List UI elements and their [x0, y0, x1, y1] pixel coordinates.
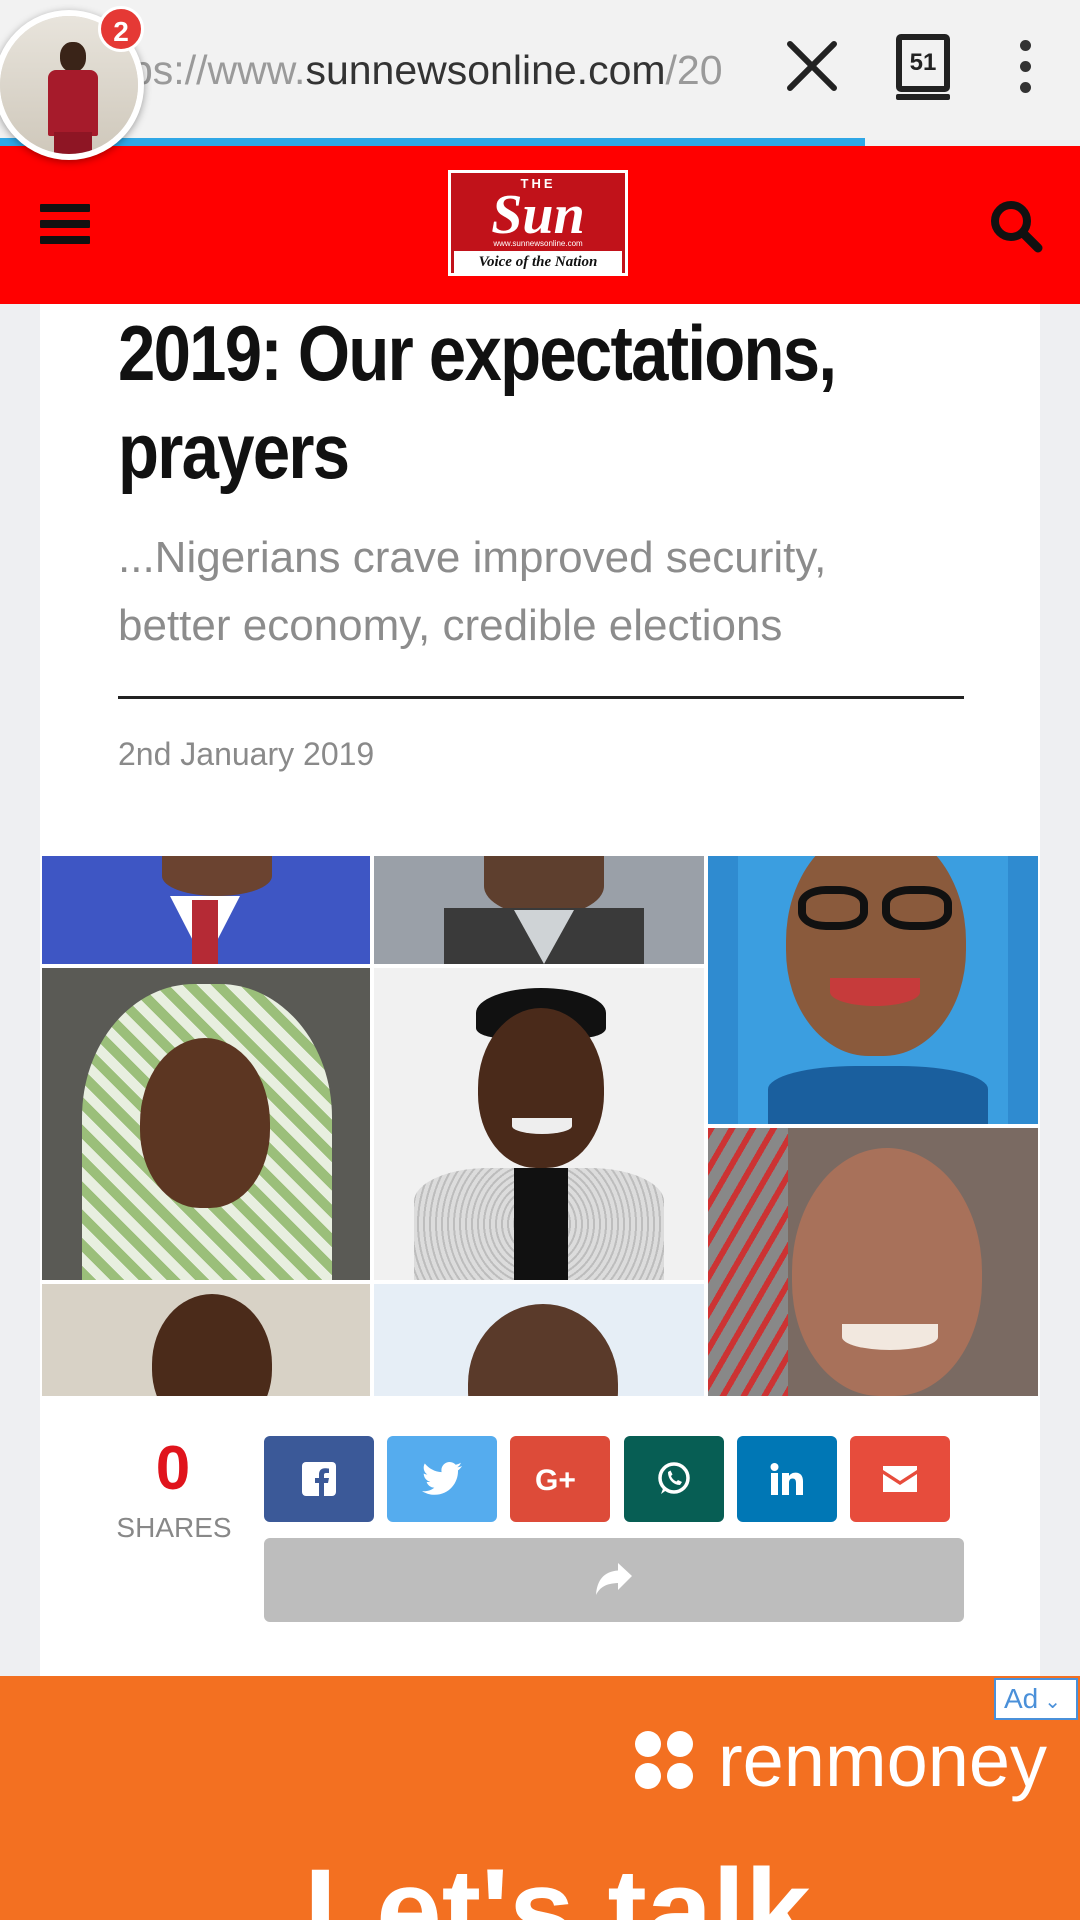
renmoney-logo-icon — [635, 1731, 693, 1789]
url-path: /20 — [665, 47, 723, 93]
search-icon[interactable] — [988, 198, 1044, 254]
site-logo[interactable]: THE Sun www.sunnewsonline.com Voice of t… — [448, 170, 628, 276]
article-date: 2nd January 2019 — [118, 736, 375, 772]
hamburger-menu-icon[interactable] — [40, 204, 90, 244]
tab-switcher-button[interactable]: 51 — [896, 34, 950, 100]
google-plus-icon: G+ — [535, 1464, 576, 1494]
ad-choices-button[interactable]: Ad ⌄ — [994, 1678, 1078, 1720]
linkedin-icon — [770, 1463, 803, 1495]
article-card: 2019: Our expectations, prayers ...Niger… — [40, 304, 1040, 1676]
svg-text:G+: G+ — [535, 1464, 576, 1494]
share-count: 0 — [155, 1434, 191, 1503]
collage-photo — [374, 968, 704, 1280]
whatsapp-share-button[interactable] — [624, 1436, 724, 1522]
ad-headline: Let's talk — [304, 1845, 811, 1920]
logo-url: www.sunnewsonline.com — [493, 239, 583, 248]
collage-photo — [42, 968, 370, 1280]
twitter-icon — [422, 1462, 462, 1495]
more-share-button[interactable] — [264, 1538, 964, 1622]
overflow-menu-icon[interactable] — [1010, 40, 1040, 100]
divider — [118, 696, 964, 699]
email-icon — [883, 1466, 917, 1492]
share-arrow-icon — [596, 1563, 632, 1595]
collage-photo — [374, 1284, 704, 1396]
advertisement-banner[interactable]: Ad ⌄ renmoney Let's talk — [0, 1676, 1080, 1920]
url-field[interactable]: ps://www.sunnewsonline.com/20 — [130, 40, 760, 100]
chevron-down-icon: ⌄ — [1044, 1691, 1062, 1713]
screen: ps://www.sunnewsonline.com/20 51 2 THE S… — [0, 0, 1080, 1920]
collage-photo — [42, 1284, 370, 1396]
url-prefix: ps://www. — [130, 47, 306, 93]
article-subtitle: ...Nigerians crave improved security, be… — [118, 533, 827, 650]
article-image-collage[interactable] — [42, 856, 1038, 1396]
facebook-share-button[interactable] — [264, 1436, 374, 1522]
site-header: THE Sun www.sunnewsonline.com Voice of t… — [0, 146, 1080, 304]
close-icon[interactable] — [782, 36, 842, 96]
collage-photo — [708, 1128, 1038, 1396]
notification-badge: 2 — [98, 6, 144, 52]
ad-choices-label: Ad — [1004, 1683, 1039, 1714]
url-domain: sunnewsonline.com — [305, 47, 666, 93]
collage-photo — [42, 856, 370, 964]
linkedin-share-button[interactable] — [737, 1436, 837, 1522]
logo-sun: Sun — [491, 184, 585, 246]
collage-photo — [708, 856, 1038, 1124]
twitter-share-button[interactable] — [387, 1436, 497, 1522]
ad-brand-name: renmoney — [718, 1719, 1048, 1802]
facebook-icon — [302, 1462, 336, 1496]
share-count-label: SHARES — [116, 1512, 232, 1543]
logo-tagline: Voice of the Nation — [454, 251, 622, 273]
browser-toolbar: ps://www.sunnewsonline.com/20 51 — [0, 0, 1080, 140]
article-title: 2019: Our expectations, prayers — [118, 309, 837, 495]
whatsapp-icon — [658, 1462, 690, 1494]
google-plus-share-button[interactable]: G+ — [510, 1436, 610, 1522]
email-share-button[interactable] — [850, 1436, 950, 1522]
collage-photo — [374, 856, 704, 964]
